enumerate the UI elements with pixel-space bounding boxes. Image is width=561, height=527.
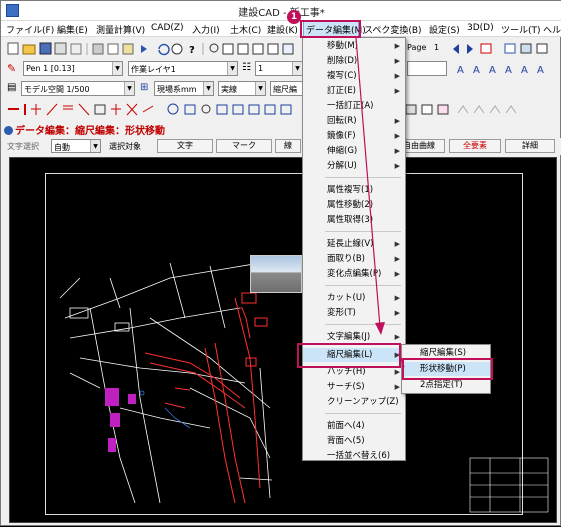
menu-item-attr-get[interactable]: 属性取得(3) [303, 213, 405, 227]
menu-spec[interactable]: スペク変換(B) [364, 23, 422, 36]
data-edit-menu: 移動(M) ▶ 削除(D) ▶ 複写(C) ▶ 訂正(E) ▶ 一括訂正(A) 回転(R… [302, 37, 406, 461]
svg-text:A: A [537, 65, 544, 76]
menu-item-move[interactable]: 移動(M) ▶ [303, 39, 405, 53]
svg-text:A: A [489, 65, 496, 76]
svg-text:A: A [473, 65, 480, 76]
menu-item-attr-move[interactable]: 属性移動(2) [303, 198, 405, 212]
menu-item-explode[interactable]: 分解(U) ▶ [303, 159, 405, 173]
menu-item-attr-copy[interactable]: 属性複写(1) [303, 183, 405, 197]
menu-tools[interactable]: ツール(T) [501, 23, 541, 36]
step-badge: 1 [287, 10, 301, 24]
scale-combo[interactable]: 縮尺編 [270, 81, 304, 96]
cad-drawing [59, 257, 549, 513]
svg-text:A: A [521, 65, 528, 76]
menu-item-reorder[interactable]: 一括並べ替え(6) [303, 449, 405, 461]
menu-cad[interactable]: CAD(Z) [151, 23, 184, 33]
target-mark-button[interactable]: マーク [216, 139, 272, 153]
menu-item-text-edit[interactable]: 文字編集(J) ▶ [303, 330, 405, 344]
highlight-scale-edit-item [297, 343, 401, 368]
menu-item-rotate[interactable]: 回転(R) ▶ [303, 114, 405, 128]
value-combo[interactable]: 1 ▼ [255, 61, 303, 76]
window-title: 建設CAD - 新工事* [238, 8, 325, 19]
pen-icon[interactable]: ✎ [7, 62, 16, 75]
toolbar-attributes: ✎ Pen 1 [0.13] ▼ 作業レイヤ1 ▼ ☷ 1 ▼ A A A A A A [3, 59, 560, 78]
select-label: 文字選択 [7, 142, 39, 151]
menu-item-bring-front[interactable]: 前面へ(4) [303, 419, 405, 433]
scale-icon[interactable]: ⊞ [140, 82, 148, 93]
page-value: 1 [434, 43, 440, 52]
menu-item-delete[interactable]: 削除(D) ▶ [303, 54, 405, 68]
highlight-data-edit-menu [300, 20, 361, 38]
title-bar: 建設CAD - 新工事* [1, 1, 561, 21]
page-label: Page [407, 43, 427, 52]
drawing-canvas[interactable] [9, 157, 557, 523]
menu-separator [325, 231, 401, 232]
menu-help[interactable]: ヘル [543, 23, 561, 36]
draw-tool-icons[interactable] [7, 102, 307, 117]
svg-text:?: ? [189, 45, 195, 56]
blank-combo[interactable] [407, 61, 447, 76]
menu-item-send-back[interactable]: 背面へ(5) [303, 434, 405, 448]
menu-item-copy[interactable]: 複写(C) ▶ [303, 69, 405, 83]
toolbar-standard: ? Page 1 [3, 39, 560, 58]
command-title: データ編集：縮尺編集：形状移動 [4, 122, 165, 137]
command-icon [4, 126, 13, 135]
page-nav-icons[interactable] [451, 41, 557, 56]
svg-text:A: A [457, 65, 464, 76]
menu-construction[interactable]: 建設(K) [267, 23, 301, 36]
target-line-button[interactable]: 線 [275, 139, 301, 153]
toolbar-space: ▤ モデル空間 1/500 ▼ ⊞ 現場系mm ▼ 実線 ▼ 縮尺編 [3, 79, 560, 98]
line-combo[interactable]: 実線 ▼ [218, 81, 266, 96]
menu-item-correct[interactable]: 訂正(E) ▶ [303, 84, 405, 98]
pen-combo[interactable]: Pen 1 [0.13] ▼ [23, 61, 123, 76]
menu-item-search[interactable]: サーチ(S) ▶ [303, 380, 405, 394]
cad-window: 建設CAD - 新工事* ファイル(F) 編集(E) 測量計算(V) CAD(Z… [0, 0, 561, 526]
options-bar: 文字選択 自動 ▼ 選択対象 文字 マーク 線 自由曲線 全要素 詳細 [1, 138, 561, 155]
menu-3d[interactable]: 3D(D) [467, 23, 494, 33]
menu-item-stretch[interactable]: 伸縮(G) ▶ [303, 144, 405, 158]
menu-item-bulk-correct[interactable]: 一括訂正(A) [303, 99, 405, 113]
menu-settings[interactable]: 設定(S) [429, 23, 460, 36]
menu-item-cut[interactable]: カット(U) ▶ [303, 291, 405, 305]
menu-item-transform[interactable]: 変形(T) ▶ [303, 306, 405, 320]
menu-survey[interactable]: 測量計算(V) [96, 23, 145, 36]
menu-separator [325, 324, 401, 325]
menu-item-mirror[interactable]: 鏡像(F) ▶ [303, 129, 405, 143]
svg-text:A: A [505, 65, 512, 76]
space-icon[interactable]: ▤ [7, 82, 16, 93]
menu-civil[interactable]: 土木(C) [230, 23, 261, 36]
text-tool-icons[interactable]: A A A A A A [453, 61, 557, 76]
menu-item-vertex-edit[interactable]: 変化点編集(P) ▶ [303, 267, 405, 281]
menu-input[interactable]: 入力(I) [192, 23, 220, 36]
edit-tool-icons[interactable] [403, 102, 557, 117]
submenu-item-two-point[interactable]: 2点指定(T) [402, 378, 490, 392]
menu-edit[interactable]: 編集(E) [57, 23, 88, 36]
unit-combo[interactable]: 現場系mm ▼ [154, 81, 214, 96]
menu-separator [325, 285, 401, 286]
layer-icon[interactable]: ☷ [242, 62, 251, 73]
site-photo [250, 255, 302, 293]
select-mode-combo[interactable]: 自動 ▼ [51, 139, 101, 153]
target-all-button[interactable]: 全要素 [449, 139, 501, 153]
target-text-button[interactable]: 文字 [157, 139, 213, 153]
menu-item-cleanup[interactable]: クリーンアップ(Z) [303, 395, 405, 409]
menu-item-chamfer[interactable]: 面取り(B) ▶ [303, 252, 405, 266]
menu-separator [325, 177, 401, 178]
menu-bar: ファイル(F) 編集(E) 測量計算(V) CAD(Z) 入力(I) 土木(C)… [1, 21, 561, 37]
target-label: 選択対象 [109, 142, 141, 151]
space-combo[interactable]: モデル空間 1/500 ▼ [21, 81, 135, 96]
menu-item-extend[interactable]: 延長止線(V) ▶ [303, 237, 405, 251]
highlight-shape-move-item [402, 358, 493, 380]
standard-toolbar-icons[interactable]: ? [7, 41, 307, 56]
layer-combo[interactable]: 作業レイヤ1 ▼ [128, 61, 238, 76]
details-button[interactable]: 詳細 [505, 139, 555, 153]
toolbar-draw [3, 100, 560, 119]
menu-separator [325, 413, 401, 414]
menu-file[interactable]: ファイル(F) [6, 23, 54, 36]
